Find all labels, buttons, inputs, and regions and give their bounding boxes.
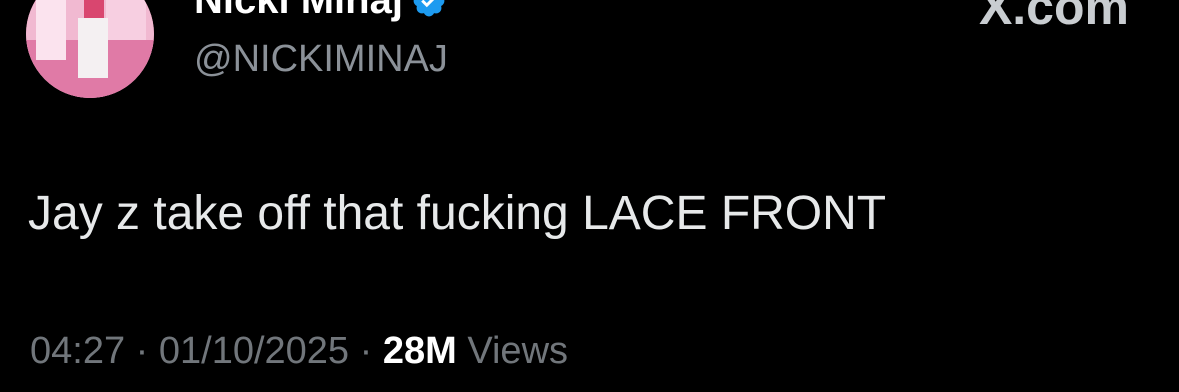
display-name[interactable]: Nicki Minaj: [194, 0, 447, 23]
display-name-text: Nicki Minaj: [194, 0, 403, 22]
meta-separator: ·: [359, 330, 373, 372]
verified-badge-icon: [413, 0, 445, 16]
views-count[interactable]: 28M: [383, 330, 457, 372]
profile-photo-icon: [26, 0, 154, 98]
tweet-meta: 04:27 · 01/10/2025 · 28M Views: [30, 330, 568, 373]
brand-watermark: X.com: [978, 0, 1129, 35]
user-handle[interactable]: @NICKIMINAJ: [194, 38, 448, 81]
tweet-time[interactable]: 04:27: [30, 330, 125, 372]
views-label: Views: [467, 330, 569, 372]
meta-separator: ·: [135, 330, 149, 372]
avatar[interactable]: [26, 0, 154, 98]
tweet-text: Jay z take off that fucking LACE FRONT: [28, 187, 887, 240]
tweet-date[interactable]: 01/10/2025: [159, 330, 349, 372]
